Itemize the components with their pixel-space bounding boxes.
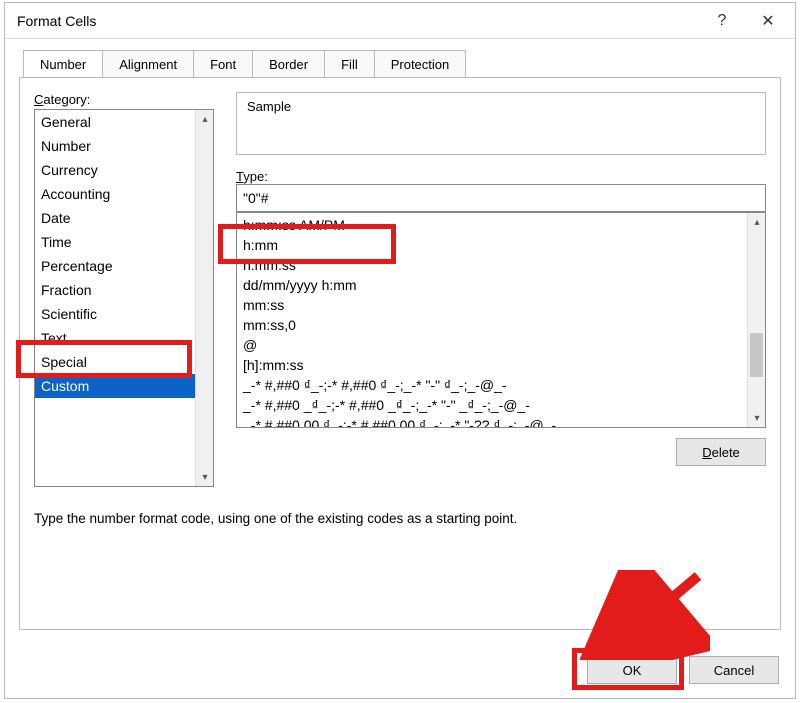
scroll-thumb[interactable] [750, 333, 763, 377]
category-item-date[interactable]: Date [35, 206, 213, 230]
tab-fill[interactable]: Fill [324, 50, 375, 78]
format-cells-dialog: Format Cells ? ✕ Number Alignment Font B… [4, 2, 796, 699]
category-item-fraction[interactable]: Fraction [35, 278, 213, 302]
category-item-general[interactable]: General [35, 110, 213, 134]
type-item[interactable]: h:mm:ss [241, 255, 745, 275]
hint-text: Type the number format code, using one o… [34, 511, 766, 526]
scroll-up-icon[interactable]: ▴ [748, 213, 766, 231]
category-item-percentage[interactable]: Percentage [35, 254, 213, 278]
tab-strip: Number Alignment Font Border Fill Protec… [19, 49, 781, 77]
scroll-up-icon[interactable]: ▴ [196, 110, 214, 128]
type-item[interactable]: h:mm [241, 235, 745, 255]
category-item-currency[interactable]: Currency [35, 158, 213, 182]
category-item-time[interactable]: Time [35, 230, 213, 254]
type-list[interactable]: h:mm:ss AM/PMh:mmh:mm:ssdd/mm/yyyy h:mmm… [236, 212, 766, 428]
sample-value [247, 114, 755, 130]
type-item[interactable]: _-* #,##0 _₫_-;-* #,##0 _₫_-;_-* "-" _₫_… [241, 395, 745, 415]
cancel-button[interactable]: Cancel [689, 656, 779, 684]
dialog-footer: OK Cancel [5, 644, 795, 698]
delete-button[interactable]: Delete [676, 438, 766, 466]
type-scrollbar[interactable]: ▴ ▾ [747, 213, 765, 427]
dialog-title: Format Cells [17, 13, 699, 29]
help-button[interactable]: ? [699, 4, 745, 38]
type-input[interactable] [236, 184, 766, 212]
category-item-number[interactable]: Number [35, 134, 213, 158]
tab-border[interactable]: Border [252, 50, 325, 78]
sample-label: Sample [247, 99, 755, 114]
type-item[interactable]: mm:ss [241, 295, 745, 315]
ok-button[interactable]: OK [587, 656, 677, 684]
tab-panel-number: Category: GeneralNumberCurrencyAccountin… [19, 77, 781, 630]
close-button[interactable]: ✕ [745, 4, 791, 38]
type-item[interactable]: dd/mm/yyyy h:mm [241, 275, 745, 295]
category-item-text[interactable]: Text [35, 326, 213, 350]
type-item[interactable]: _-* #,##0 ₫_-;-* #,##0 ₫_-;_-* "-" ₫_-;_… [241, 375, 745, 395]
category-label: Category: [34, 92, 214, 107]
type-item[interactable]: h:mm:ss AM/PM [241, 215, 745, 235]
type-item[interactable]: @ [241, 335, 745, 355]
type-item[interactable]: [h]:mm:ss [241, 355, 745, 375]
type-label: Type: [236, 169, 766, 184]
scroll-down-icon[interactable]: ▾ [196, 468, 214, 486]
category-item-accounting[interactable]: Accounting [35, 182, 213, 206]
tab-alignment[interactable]: Alignment [102, 50, 194, 78]
content-area: Number Alignment Font Border Fill Protec… [5, 39, 795, 644]
type-item[interactable]: mm:ss,0 [241, 315, 745, 335]
tab-font[interactable]: Font [193, 50, 253, 78]
category-item-special[interactable]: Special [35, 350, 213, 374]
category-item-scientific[interactable]: Scientific [35, 302, 213, 326]
type-item[interactable]: _-* #,##0,00 ₫_-;-* #,##0,00 ₫_-;_-* "-?… [241, 415, 745, 428]
delete-button-rest: elete [712, 445, 740, 460]
category-list[interactable]: GeneralNumberCurrencyAccountingDateTimeP… [34, 109, 214, 487]
tab-protection[interactable]: Protection [374, 50, 467, 78]
category-scrollbar[interactable]: ▴ ▾ [195, 110, 213, 486]
scroll-down-icon[interactable]: ▾ [748, 409, 766, 427]
tab-number[interactable]: Number [23, 50, 103, 78]
category-item-custom[interactable]: Custom [35, 374, 213, 398]
titlebar: Format Cells ? ✕ [5, 3, 795, 39]
